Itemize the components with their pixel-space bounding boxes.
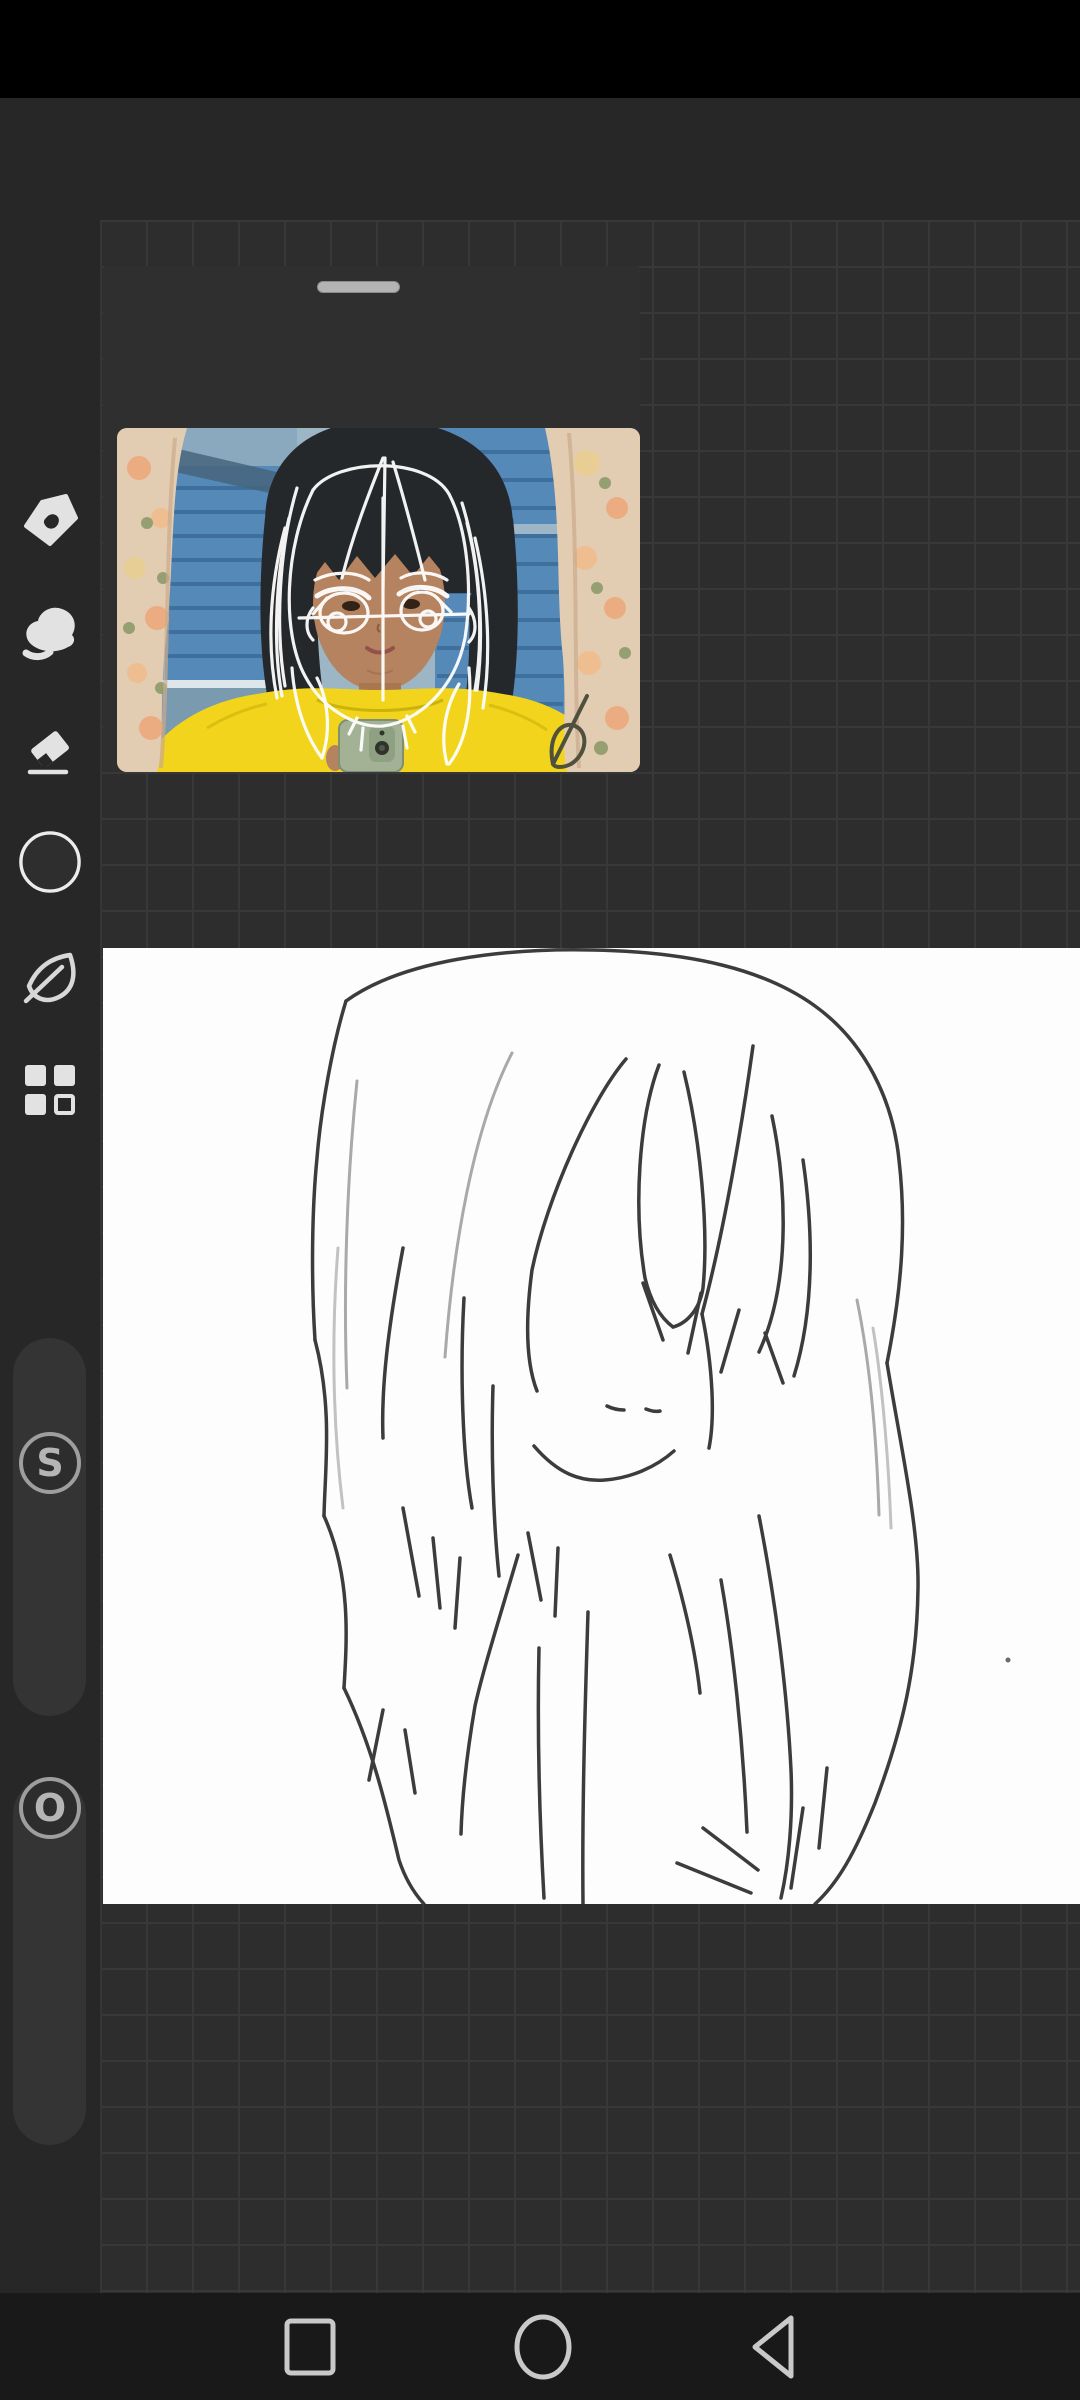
drawing-canvas[interactable] <box>103 948 1080 1904</box>
back-triangle-icon <box>752 2315 794 2379</box>
color-circle-icon <box>19 831 81 893</box>
back-button[interactable] <box>740 2311 812 2383</box>
leaf-tool-button[interactable] <box>18 945 82 1009</box>
opacity-thumb[interactable]: O <box>19 1777 81 1839</box>
home-circle-icon <box>514 2314 572 2380</box>
reference-window[interactable] <box>103 266 640 772</box>
status-bar <box>0 0 1080 98</box>
brush-size-slider[interactable] <box>13 1338 86 1716</box>
android-nav-bar <box>0 2293 1080 2400</box>
color-circle-button[interactable] <box>18 830 82 894</box>
home-button[interactable] <box>507 2311 579 2383</box>
opacity-label: O <box>33 1786 67 1830</box>
materials-grid-button[interactable] <box>18 1058 82 1122</box>
brush-size-label: S <box>36 1441 64 1485</box>
reference-photo-image <box>117 428 640 772</box>
pen-tool-icon <box>24 494 78 546</box>
character-sketch <box>310 948 1011 1904</box>
eraser-tool-button[interactable] <box>18 718 82 782</box>
pen-tool-button[interactable] <box>18 488 82 552</box>
recents-square-icon <box>284 2318 336 2376</box>
top-toolbar <box>0 98 1080 290</box>
recents-button[interactable] <box>274 2311 346 2383</box>
eraser-tool-icon <box>27 731 69 775</box>
drag-handle[interactable] <box>317 281 400 293</box>
smudge-tool-icon <box>22 607 75 661</box>
drawing-app: S O <box>0 0 1080 2400</box>
smudge-tool-button[interactable] <box>18 601 82 665</box>
brush-size-thumb[interactable]: S <box>19 1432 81 1494</box>
canvas-viewport[interactable] <box>100 220 1080 2293</box>
materials-grid-icon <box>25 1065 75 1115</box>
leaf-tool-icon <box>23 952 76 1004</box>
reference-photo[interactable] <box>117 428 640 772</box>
